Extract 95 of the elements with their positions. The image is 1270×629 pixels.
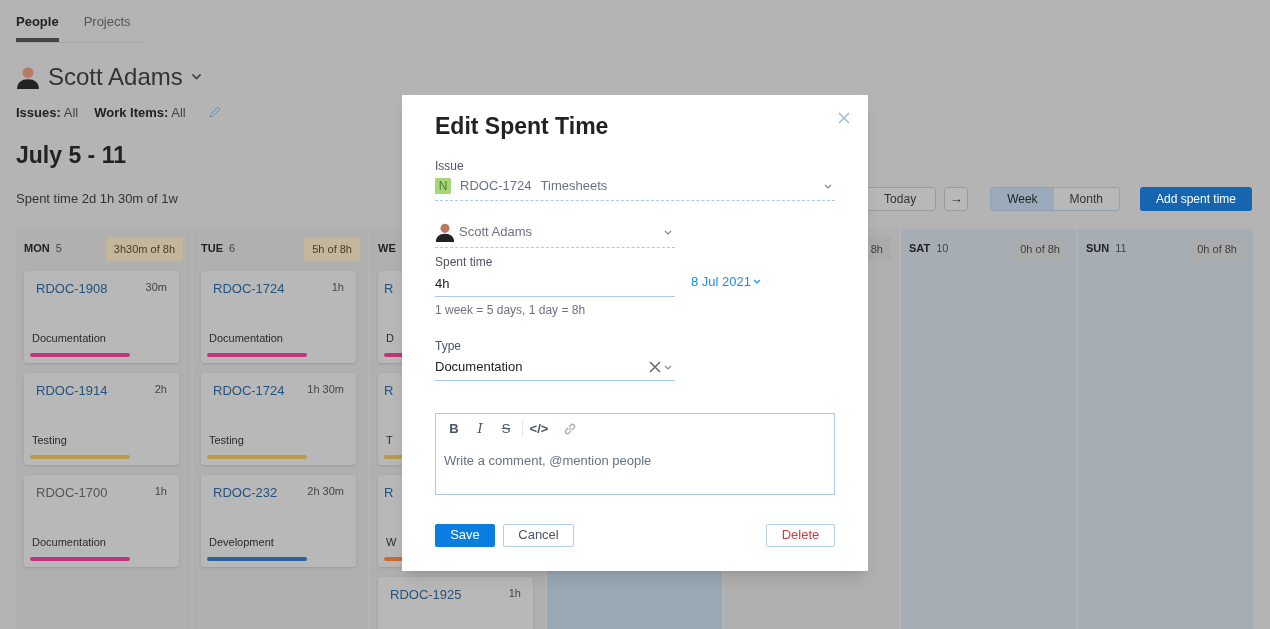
comment-editor[interactable]: B I S </> Write a comment, @mention people <box>435 412 835 495</box>
spent-summary: Spent time 2d 1h 30m of 1w <box>16 189 178 208</box>
issue-id[interactable]: RDOC-1724 <box>213 380 285 400</box>
day-name: WE <box>378 241 396 257</box>
time-card[interactable]: RDOC-1914 2h Testing <box>24 372 179 465</box>
work-type: D <box>385 331 395 346</box>
time-card[interactable]: RDOC-1700 1h Documentation <box>24 474 179 567</box>
close-icon <box>838 112 850 124</box>
work-type: Testing <box>31 433 68 448</box>
issue-id[interactable]: R <box>384 278 394 298</box>
work-type: Documentation <box>31 331 107 346</box>
time-card[interactable]: R T <box>378 372 402 465</box>
date-picker[interactable]: 8 Jul 2021 <box>691 272 761 292</box>
day-name: SUN <box>1086 241 1110 257</box>
issue-summary: Timesheets <box>540 177 608 196</box>
week-title: July 5 - 11 <box>16 141 126 170</box>
hours-badge: 0h of 8h <box>1189 236 1245 261</box>
chevron-down-icon <box>664 364 672 370</box>
work-type: Testing <box>208 433 245 448</box>
day-name: SAT <box>909 241 931 257</box>
card-time: 1h <box>331 279 344 295</box>
author-name: Scott Adams <box>459 223 532 242</box>
save-button[interactable]: Save <box>435 523 495 547</box>
issue-id[interactable]: R <box>384 380 394 400</box>
card-time: 1h 30m <box>307 381 344 397</box>
filter-label[interactable]: Issues: All <box>16 102 79 122</box>
issue-id: RDOC-1724 <box>460 177 532 196</box>
day-date: 5 <box>55 241 62 257</box>
time-card[interactable]: R W <box>378 474 402 567</box>
add-spent-time-button[interactable]: Add spent time <box>1139 186 1252 211</box>
person-name[interactable]: Scott Adams <box>48 58 183 95</box>
bold-button[interactable]: B <box>444 418 464 439</box>
author-select[interactable]: Scott Adams <box>435 217 675 248</box>
card-time: 2h 30m <box>307 483 344 499</box>
work-type: Documentation <box>31 535 107 550</box>
card-time: 30m <box>145 279 167 295</box>
italic-button[interactable]: I <box>470 418 490 439</box>
issue-badge: N <box>435 178 451 194</box>
chevron-down-icon <box>824 183 832 189</box>
view-toggle[interactable]: Month <box>1053 187 1119 210</box>
issue-id[interactable]: RDOC-1925 <box>390 584 462 604</box>
issue-id[interactable]: RDOC-1914 <box>36 380 108 400</box>
view-toggle[interactable]: Week <box>991 187 1054 210</box>
type-value: Documentation <box>435 358 523 377</box>
day-date: 6 <box>229 241 236 257</box>
card-time: 2h <box>154 381 167 397</box>
issue-select[interactable]: N RDOC-1724 Timesheets <box>435 174 835 201</box>
cancel-button[interactable]: Cancel <box>503 523 574 547</box>
tab[interactable]: People <box>16 12 59 42</box>
delete-button[interactable]: Delete <box>766 523 835 547</box>
day-name: TUE <box>201 241 223 257</box>
pencil-icon <box>207 105 222 120</box>
field-label: Type <box>435 337 461 355</box>
avatar-icon <box>435 222 455 242</box>
time-card[interactable]: RDOC-1908 30m Documentation <box>24 270 179 363</box>
issue-id[interactable]: RDOC-232 <box>213 482 278 502</box>
comment-placeholder: Write a comment, @mention people <box>444 451 652 470</box>
code-button[interactable]: </> <box>529 418 549 439</box>
day-date: 10 <box>936 241 949 257</box>
next-button[interactable]: → <box>944 186 969 211</box>
issue-id[interactable]: RDOC-1700 <box>36 482 108 502</box>
time-card[interactable]: RDOC-1724 1h Documentation <box>201 270 356 363</box>
tab[interactable]: Projects <box>83 12 131 42</box>
hours-badge: 0h of 8h <box>1012 236 1068 261</box>
dialog-title: Edit Spent Time <box>435 112 609 141</box>
hours-badge: 3h30m of 8h <box>105 236 183 261</box>
chevron-down-icon <box>190 73 202 80</box>
strike-button[interactable]: S <box>496 418 516 439</box>
type-select[interactable]: Documentation <box>435 354 675 381</box>
work-type: Documentation <box>208 331 284 346</box>
field-label: Issue <box>435 157 464 175</box>
work-type: Development <box>208 535 275 550</box>
time-card[interactable]: RDOC-232 2h 30m Development <box>201 474 356 567</box>
work-type: W <box>385 535 398 550</box>
avatar-icon <box>16 64 40 89</box>
filter-label[interactable]: Work Items: All <box>94 102 186 122</box>
issue-id[interactable]: R <box>384 482 394 502</box>
clear-icon <box>649 361 661 373</box>
spent-time-input[interactable]: 4h <box>435 270 675 297</box>
time-card[interactable]: RDOC-1724 1h 30m Testing <box>201 372 356 465</box>
work-type: T <box>385 433 394 448</box>
card-time: 1h <box>154 483 167 499</box>
time-card[interactable]: R D <box>378 270 402 363</box>
chevron-down-icon <box>753 279 761 285</box>
time-card[interactable]: RDOC-1925 1h <box>378 576 533 629</box>
issue-id[interactable]: RDOC-1908 <box>36 278 108 298</box>
link-icon <box>563 421 577 436</box>
day-name: MON <box>24 241 50 257</box>
chevron-down-icon <box>664 229 672 235</box>
card-time: 1h <box>508 585 521 601</box>
issue-id[interactable]: RDOC-1724 <box>213 278 285 298</box>
day-date: 11 <box>1115 241 1127 257</box>
hours-badge: 5h of 8h <box>304 236 360 261</box>
field-hint: 1 week = 5 days, 1 day = 8h <box>435 301 586 319</box>
field-label: Spent time <box>435 253 493 271</box>
